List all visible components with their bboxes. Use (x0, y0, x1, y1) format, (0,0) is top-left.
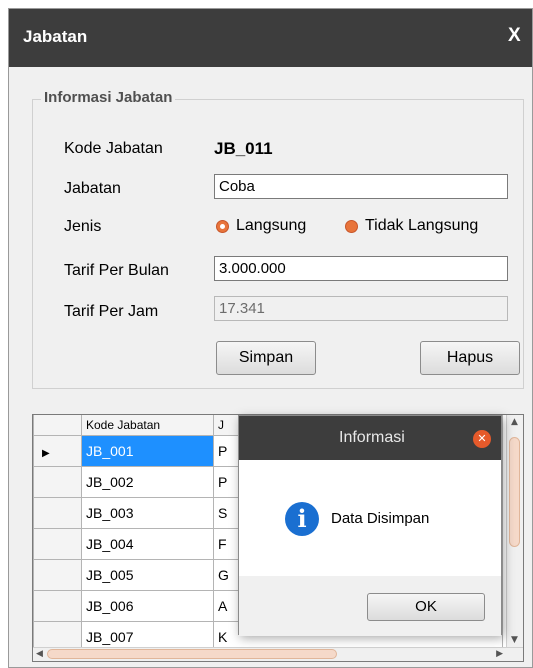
close-button[interactable]: X (508, 25, 532, 47)
scroll-left-icon[interactable]: ◀ (36, 649, 43, 659)
col-header-kode[interactable]: Kode Jabatan (81, 415, 214, 436)
info-groupbox: Informasi Jabatan Kode Jabatan JB_011 Ja… (32, 89, 524, 389)
vertical-scroll-thumb[interactable] (509, 437, 520, 547)
scroll-right-icon[interactable]: ▶ (496, 649, 503, 659)
cell-kode[interactable]: JB_002 (81, 466, 214, 498)
radio-checked-icon (216, 219, 229, 233)
jenis-label: Jenis (64, 218, 102, 235)
cell-kode[interactable]: JB_005 (81, 559, 214, 591)
row-header (33, 466, 82, 498)
dialog-body: i Data Disimpan (239, 460, 501, 576)
row-pointer-icon: ▶ (33, 435, 82, 467)
dialog-title-bar: Informasi ✕ (239, 416, 501, 460)
window-title: Jabatan (23, 27, 88, 46)
radio-tidak-langsung[interactable]: Tidak Langsung (345, 217, 478, 235)
row-header (33, 528, 82, 560)
dialog-title: Informasi (339, 429, 405, 446)
kode-value: JB_011 (214, 139, 273, 158)
hapus-button[interactable]: Hapus (420, 341, 520, 375)
radio-langsung-label: Langsung (236, 217, 307, 234)
horizontal-scrollbar[interactable]: ◀ ▶ (33, 647, 523, 661)
title-bar: Jabatan X (9, 9, 532, 67)
tarif-bulan-label: Tarif Per Bulan (64, 262, 169, 279)
group-title: Informasi Jabatan (41, 89, 176, 106)
tarif-jam-label: Tarif Per Jam (64, 303, 159, 320)
radio-langsung[interactable]: Langsung (216, 217, 306, 235)
dialog-footer: OK (239, 576, 501, 636)
scroll-up-icon[interactable]: ▲ (511, 417, 518, 427)
row-header (33, 559, 82, 591)
row-header (33, 590, 82, 622)
dialog-close-icon[interactable]: ✕ (473, 430, 491, 448)
cell-kode[interactable]: JB_006 (81, 590, 214, 622)
cell-kode[interactable]: JB_004 (81, 528, 214, 560)
simpan-button[interactable]: Simpan (216, 341, 316, 375)
tarif-bulan-input[interactable]: 3.000.000 (214, 256, 508, 281)
cell-kode[interactable]: JB_001 (81, 435, 214, 467)
tarif-jam-input: 17.341 (214, 296, 508, 321)
ok-button[interactable]: OK (367, 593, 485, 621)
dialog-message: Data Disimpan (331, 510, 430, 527)
radio-unchecked-icon (345, 219, 358, 233)
kode-label: Kode Jabatan (64, 140, 163, 157)
info-dialog: Informasi ✕ i Data Disimpan OK (238, 415, 502, 636)
cell-kode[interactable]: JB_003 (81, 497, 214, 529)
scroll-down-icon[interactable]: ▼ (511, 635, 518, 645)
jabatan-label: Jabatan (64, 180, 121, 197)
row-header (33, 497, 82, 529)
radio-tidak-langsung-label: Tidak Langsung (365, 217, 479, 234)
jabatan-input[interactable]: Coba (214, 174, 508, 199)
row-header-corner (33, 415, 82, 436)
horizontal-scroll-thumb[interactable] (47, 649, 337, 659)
vertical-scrollbar[interactable]: ▲ ▼ (506, 415, 523, 661)
info-icon: i (285, 502, 319, 536)
